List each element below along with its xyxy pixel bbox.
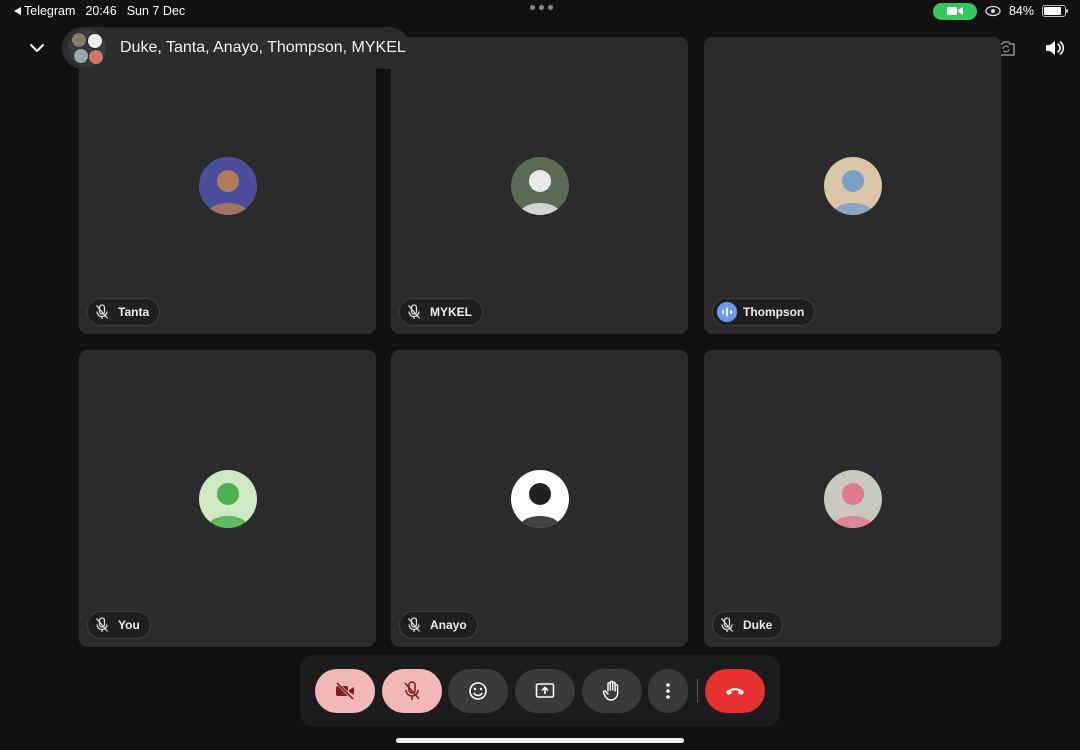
participant-name-badge: You: [87, 611, 151, 639]
back-app-label: Telegram: [24, 4, 76, 18]
participant-avatar: [824, 157, 882, 215]
mini-avatar: [73, 48, 89, 64]
participant-tile[interactable]: MYKEL: [391, 37, 688, 334]
raise-hand-button[interactable]: [582, 669, 642, 713]
participant-tile[interactable]: Tanta: [79, 37, 376, 334]
share-screen-button[interactable]: [515, 669, 575, 713]
chevron-down-icon: [30, 44, 44, 52]
participant-name: Anayo: [430, 618, 467, 632]
participant-avatar: [199, 470, 257, 528]
mini-avatar: [88, 49, 104, 65]
status-bar-right: 84%: [932, 2, 1068, 20]
mini-avatar: [87, 33, 103, 49]
mini-avatar: [71, 32, 87, 48]
participant-name: Thompson: [743, 305, 805, 319]
participant-name-badge: Thompson: [712, 298, 816, 326]
participant-tile[interactable]: You: [79, 350, 376, 647]
mic-muted-icon: [404, 302, 424, 322]
participant-tile[interactable]: Duke: [704, 350, 1001, 647]
more-vertical-icon: [666, 683, 670, 699]
controls-divider: [697, 679, 698, 703]
mic-muted-icon: [92, 302, 112, 322]
participant-name: Duke: [743, 618, 773, 632]
speaker-button[interactable]: [1042, 36, 1066, 60]
speaking-indicator-icon: [717, 302, 737, 322]
participant-avatar: [511, 157, 569, 215]
battery-percent: 84%: [1008, 4, 1034, 18]
participant-tile[interactable]: Thompson: [704, 37, 1001, 334]
call-controls-bar: [300, 655, 780, 727]
participant-avatar: [199, 157, 257, 215]
participant-avatar: [824, 470, 882, 528]
battery-fill: [1044, 7, 1061, 15]
participant-name-badge: Duke: [712, 611, 784, 639]
smiley-icon: [469, 682, 487, 700]
mic-muted-icon: [717, 615, 737, 635]
participant-name: Tanta: [118, 305, 150, 319]
participant-avatar: [511, 470, 569, 528]
minimize-call-button[interactable]: [24, 36, 50, 60]
participant-name: MYKEL: [430, 305, 472, 319]
participant-name-badge: Tanta: [87, 298, 161, 326]
camera-toggle-button[interactable]: [315, 669, 375, 713]
status-bar-left: Telegram 20:46 Sun 7 Dec: [14, 4, 185, 18]
mic-toggle-button[interactable]: [382, 669, 442, 713]
back-triangle-icon: [14, 7, 21, 15]
reactions-button[interactable]: [448, 669, 508, 713]
screen-share-icon: [535, 683, 555, 698]
mic-off-icon: [404, 681, 420, 700]
end-call-button[interactable]: [705, 669, 765, 713]
screen-mirroring-icon: [985, 5, 1001, 17]
video-off-icon: [335, 682, 355, 700]
status-time: 20:46: [85, 4, 117, 18]
phone-hangup-icon: [726, 688, 744, 695]
call-title-pill[interactable]: Duke, Tanta, Anayo, Thompson, MYKEL: [62, 27, 410, 69]
participant-name-badge: Anayo: [399, 611, 478, 639]
video-camera-icon: [946, 7, 963, 15]
call-participants-title: Duke, Tanta, Anayo, Thompson, MYKEL: [120, 39, 406, 56]
participant-name-badge: MYKEL: [399, 298, 483, 326]
mic-muted-icon: [92, 615, 112, 635]
status-date: Sun 7 Dec: [126, 4, 186, 18]
multitasking-dots-icon[interactable]: [530, 5, 553, 10]
participant-tile[interactable]: Anayo: [391, 350, 688, 647]
speaker-icon: [1046, 41, 1064, 55]
camera-in-use-indicator: [932, 2, 977, 20]
participant-name: You: [118, 618, 140, 632]
back-to-app-link[interactable]: Telegram: [14, 4, 75, 18]
home-indicator[interactable]: [396, 738, 684, 743]
mic-muted-icon: [404, 615, 424, 635]
battery-icon: [1042, 5, 1068, 17]
more-options-button[interactable]: [648, 669, 688, 713]
status-bar: Telegram 20:46 Sun 7 Dec 84%: [0, 0, 1080, 22]
group-avatar-cluster: [68, 29, 106, 67]
hand-icon: [603, 680, 619, 701]
